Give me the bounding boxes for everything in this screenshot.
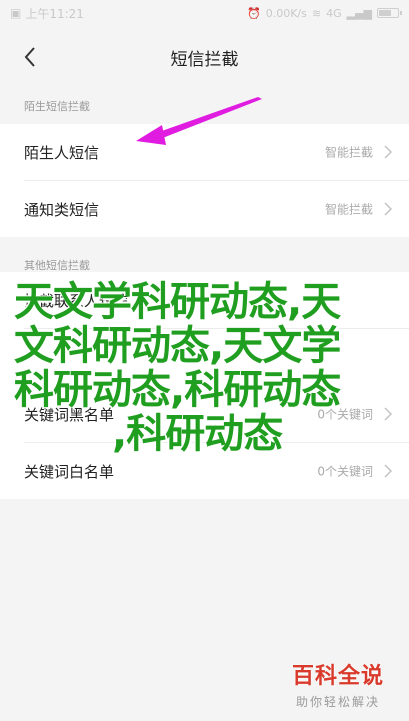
battery-icon [377, 8, 402, 18]
chevron-left-icon [24, 47, 35, 67]
overlay-text: 天文学科研动态,天 文科研动态,天文学 科研动态,科研动态 ,科研动态 [14, 280, 384, 456]
chevron-right-icon [384, 145, 393, 159]
overlay-line: 天文学科研动态,天 [14, 279, 341, 325]
overlay-line: 科研动态,科研动态 [14, 367, 341, 413]
annotation-arrow-icon [136, 97, 262, 145]
back-button[interactable] [18, 44, 42, 70]
wifi-icon: ≋ [311, 6, 322, 20]
watermark-title: 百科全说 [291, 664, 384, 689]
status-bar: ▣ 上午11:21 ⏰ 0.00K/s ≋ 4G ▂▄▆ [0, 0, 409, 26]
chevron-right-icon [384, 464, 393, 478]
row-value: 智能拦截 [324, 145, 373, 160]
status-time: 上午11:21 [25, 6, 84, 21]
signal-icon: ▂▄▆ [346, 6, 372, 20]
chevron-right-icon [384, 407, 393, 421]
section-label-stranger: 陌生短信拦截 [24, 100, 90, 113]
alarm-icon: ⏰ [247, 6, 261, 20]
page-title: 短信拦截 [170, 49, 239, 70]
watermark-logo: 百科全说 助你轻松解决 [280, 658, 396, 714]
network-speed: 0.00K/s [265, 6, 307, 20]
overlay-line: 文科研动态,天文学 [14, 323, 341, 369]
chevron-right-icon [384, 202, 393, 216]
overlay-line: ,科研动态 [112, 411, 283, 457]
sim-icon: ▣ [10, 6, 22, 20]
header: 短信拦截 [0, 26, 409, 88]
row-value: 0个关键词 [317, 464, 373, 479]
network-type: 4G [326, 6, 342, 20]
row-label: 陌生人短信 [24, 143, 100, 162]
row-notification-sms[interactable]: 通知类短信 智能拦截 [0, 181, 409, 237]
row-label: 通知类短信 [24, 200, 100, 219]
section-label-other: 其他短信拦截 [24, 259, 90, 272]
row-value: 智能拦截 [324, 202, 373, 217]
row-label: 关键词白名单 [24, 462, 115, 481]
watermark-subtitle: 助你轻松解决 [295, 695, 380, 709]
